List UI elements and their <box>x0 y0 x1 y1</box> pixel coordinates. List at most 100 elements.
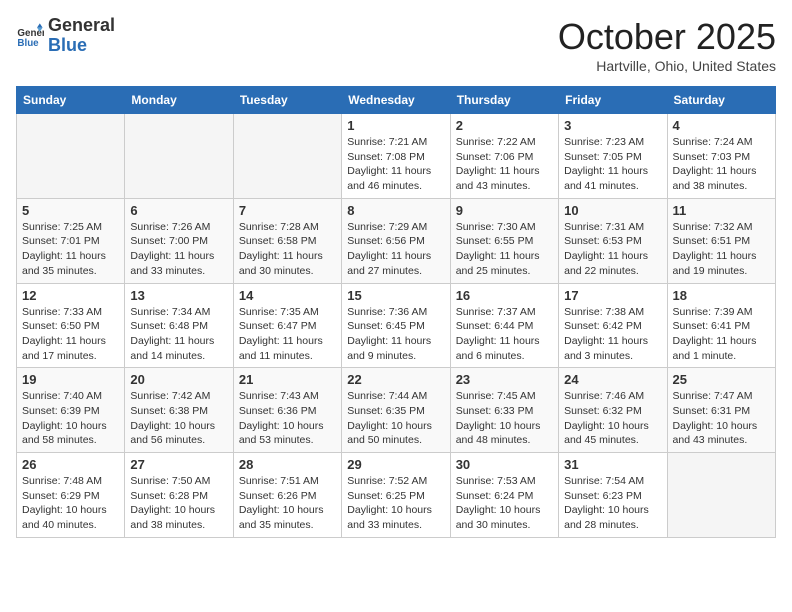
day-number: 23 <box>456 372 553 387</box>
logo-icon: General Blue <box>16 22 44 50</box>
day-info: Sunrise: 7:43 AMSunset: 6:36 PMDaylight:… <box>239 389 336 448</box>
calendar-cell: 19Sunrise: 7:40 AMSunset: 6:39 PMDayligh… <box>17 368 125 453</box>
calendar-cell: 11Sunrise: 7:32 AMSunset: 6:51 PMDayligh… <box>667 198 775 283</box>
calendar-cell: 4Sunrise: 7:24 AMSunset: 7:03 PMDaylight… <box>667 114 775 199</box>
calendar-cell <box>233 114 341 199</box>
calendar-week-row: 19Sunrise: 7:40 AMSunset: 6:39 PMDayligh… <box>17 368 776 453</box>
calendar-cell: 16 Sunrise: 7:37 AMSunset: 6:44 PMDayligh… <box>450 283 558 368</box>
calendar-cell: 21 Sunrise: 7:43 AMSunset: 6:36 PMDayligh… <box>233 368 341 453</box>
day-info: Sunrise: 7:22 AMSunset: 7:06 PMDaylight:… <box>456 135 553 194</box>
page-header: General Blue General Blue October 2025 H… <box>16 16 776 74</box>
calendar-cell: 26Sunrise: 7:48 AMSunset: 6:29 PMDayligh… <box>17 453 125 538</box>
day-number: 30 <box>456 457 553 472</box>
calendar-cell: 10 Sunrise: 7:31 AMSunset: 6:53 PMDayligh… <box>559 198 667 283</box>
weekday-header: Sunday <box>17 87 125 114</box>
day-info: Sunrise: 7:38 AMSunset: 6:42 PMDaylight:… <box>564 305 661 364</box>
day-number: 24 <box>564 372 661 387</box>
calendar-cell: 8 Sunrise: 7:29 AMSunset: 6:56 PMDaylight… <box>342 198 450 283</box>
day-info: Sunrise: 7:54 AMSunset: 6:23 PMDaylight:… <box>564 474 661 533</box>
calendar-cell: 13 Sunrise: 7:34 AMSunset: 6:48 PMDayligh… <box>125 283 233 368</box>
calendar-table: SundayMondayTuesdayWednesdayThursdayFrid… <box>16 86 776 538</box>
weekday-header-row: SundayMondayTuesdayWednesdayThursdayFrid… <box>17 87 776 114</box>
calendar-cell: 14Sunrise: 7:35 AMSunset: 6:47 PMDayligh… <box>233 283 341 368</box>
day-number: 21 <box>239 372 336 387</box>
svg-text:Blue: Blue <box>17 38 39 49</box>
day-info: Sunrise: 7:34 AMSunset: 6:48 PMDaylight:… <box>130 305 227 364</box>
weekday-header: Monday <box>125 87 233 114</box>
day-info: Sunrise: 7:37 AMSunset: 6:44 PMDaylight:… <box>456 305 553 364</box>
day-number: 29 <box>347 457 444 472</box>
calendar-cell: 22Sunrise: 7:44 AMSunset: 6:35 PMDayligh… <box>342 368 450 453</box>
calendar-cell: 12 Sunrise: 7:33 AMSunset: 6:50 PMDayligh… <box>17 283 125 368</box>
day-info: Sunrise: 7:30 AMSunset: 6:55 PMDaylight:… <box>456 220 553 279</box>
calendar-cell: 28 Sunrise: 7:51 AMSunset: 6:26 PMDayligh… <box>233 453 341 538</box>
day-info: Sunrise: 7:21 AMSunset: 7:08 PMDaylight:… <box>347 135 444 194</box>
day-number: 5 <box>22 203 119 218</box>
calendar-cell: 23 Sunrise: 7:45 AMSunset: 6:33 PMDayligh… <box>450 368 558 453</box>
day-number: 16 <box>456 288 553 303</box>
day-info: Sunrise: 7:31 AMSunset: 6:53 PMDaylight:… <box>564 220 661 279</box>
day-info: Sunrise: 7:25 AMSunset: 7:01 PMDaylight:… <box>22 220 119 279</box>
day-number: 13 <box>130 288 227 303</box>
calendar-cell: 1Sunrise: 7:21 AMSunset: 7:08 PMDaylight… <box>342 114 450 199</box>
day-number: 10 <box>564 203 661 218</box>
day-info: Sunrise: 7:32 AMSunset: 6:51 PMDaylight:… <box>673 220 770 279</box>
day-info: Sunrise: 7:53 AMSunset: 6:24 PMDaylight:… <box>456 474 553 533</box>
weekday-header: Thursday <box>450 87 558 114</box>
calendar-cell: 6Sunrise: 7:26 AMSunset: 7:00 PMDaylight… <box>125 198 233 283</box>
calendar-cell: 31 Sunrise: 7:54 AMSunset: 6:23 PMDayligh… <box>559 453 667 538</box>
day-number: 25 <box>673 372 770 387</box>
day-number: 31 <box>564 457 661 472</box>
day-info: Sunrise: 7:42 AMSunset: 6:38 PMDaylight:… <box>130 389 227 448</box>
day-number: 17 <box>564 288 661 303</box>
calendar-cell: 24 Sunrise: 7:46 AMSunset: 6:32 PMDayligh… <box>559 368 667 453</box>
day-info: Sunrise: 7:45 AMSunset: 6:33 PMDaylight:… <box>456 389 553 448</box>
calendar-cell <box>125 114 233 199</box>
calendar-cell: 7 Sunrise: 7:28 AMSunset: 6:58 PMDaylight… <box>233 198 341 283</box>
day-info: Sunrise: 7:40 AMSunset: 6:39 PMDaylight:… <box>22 389 119 448</box>
location-title: Hartville, Ohio, United States <box>558 58 776 74</box>
day-number: 18 <box>673 288 770 303</box>
day-info: Sunrise: 7:47 AMSunset: 6:31 PMDaylight:… <box>673 389 770 448</box>
day-info: Sunrise: 7:28 AMSunset: 6:58 PMDaylight:… <box>239 220 336 279</box>
calendar-cell: 18 Sunrise: 7:39 AMSunset: 6:41 PMDayligh… <box>667 283 775 368</box>
calendar-cell <box>667 453 775 538</box>
day-info: Sunrise: 7:35 AMSunset: 6:47 PMDaylight:… <box>239 305 336 364</box>
day-info: Sunrise: 7:50 AMSunset: 6:28 PMDaylight:… <box>130 474 227 533</box>
calendar-cell <box>17 114 125 199</box>
day-info: Sunrise: 7:23 AMSunset: 7:05 PMDaylight:… <box>564 135 661 194</box>
weekday-header: Friday <box>559 87 667 114</box>
day-number: 2 <box>456 118 553 133</box>
day-number: 12 <box>22 288 119 303</box>
day-number: 3 <box>564 118 661 133</box>
day-info: Sunrise: 7:51 AMSunset: 6:26 PMDaylight:… <box>239 474 336 533</box>
weekday-header: Wednesday <box>342 87 450 114</box>
weekday-header: Tuesday <box>233 87 341 114</box>
day-number: 27 <box>130 457 227 472</box>
day-info: Sunrise: 7:29 AMSunset: 6:56 PMDaylight:… <box>347 220 444 279</box>
day-info: Sunrise: 7:46 AMSunset: 6:32 PMDaylight:… <box>564 389 661 448</box>
calendar-week-row: 12 Sunrise: 7:33 AMSunset: 6:50 PMDayligh… <box>17 283 776 368</box>
day-number: 20 <box>130 372 227 387</box>
calendar-cell: 30 Sunrise: 7:53 AMSunset: 6:24 PMDayligh… <box>450 453 558 538</box>
calendar-week-row: 5 Sunrise: 7:25 AMSunset: 7:01 PMDaylight… <box>17 198 776 283</box>
calendar-cell: 9Sunrise: 7:30 AMSunset: 6:55 PMDaylight… <box>450 198 558 283</box>
logo-blue: Blue <box>48 36 115 56</box>
day-info: Sunrise: 7:33 AMSunset: 6:50 PMDaylight:… <box>22 305 119 364</box>
logo: General Blue General Blue <box>16 16 115 56</box>
day-info: Sunrise: 7:39 AMSunset: 6:41 PMDaylight:… <box>673 305 770 364</box>
day-info: Sunrise: 7:26 AMSunset: 7:00 PMDaylight:… <box>130 220 227 279</box>
day-info: Sunrise: 7:48 AMSunset: 6:29 PMDaylight:… <box>22 474 119 533</box>
day-number: 15 <box>347 288 444 303</box>
calendar-cell: 2 Sunrise: 7:22 AMSunset: 7:06 PMDaylight… <box>450 114 558 199</box>
day-number: 4 <box>673 118 770 133</box>
calendar-cell: 5 Sunrise: 7:25 AMSunset: 7:01 PMDaylight… <box>17 198 125 283</box>
day-number: 8 <box>347 203 444 218</box>
day-number: 7 <box>239 203 336 218</box>
day-number: 28 <box>239 457 336 472</box>
month-title: October 2025 <box>558 16 776 58</box>
calendar-cell: 27 Sunrise: 7:50 AMSunset: 6:28 PMDayligh… <box>125 453 233 538</box>
calendar-cell: 29Sunrise: 7:52 AMSunset: 6:25 PMDayligh… <box>342 453 450 538</box>
day-info: Sunrise: 7:36 AMSunset: 6:45 PMDaylight:… <box>347 305 444 364</box>
calendar-cell: 17 Sunrise: 7:38 AMSunset: 6:42 PMDayligh… <box>559 283 667 368</box>
